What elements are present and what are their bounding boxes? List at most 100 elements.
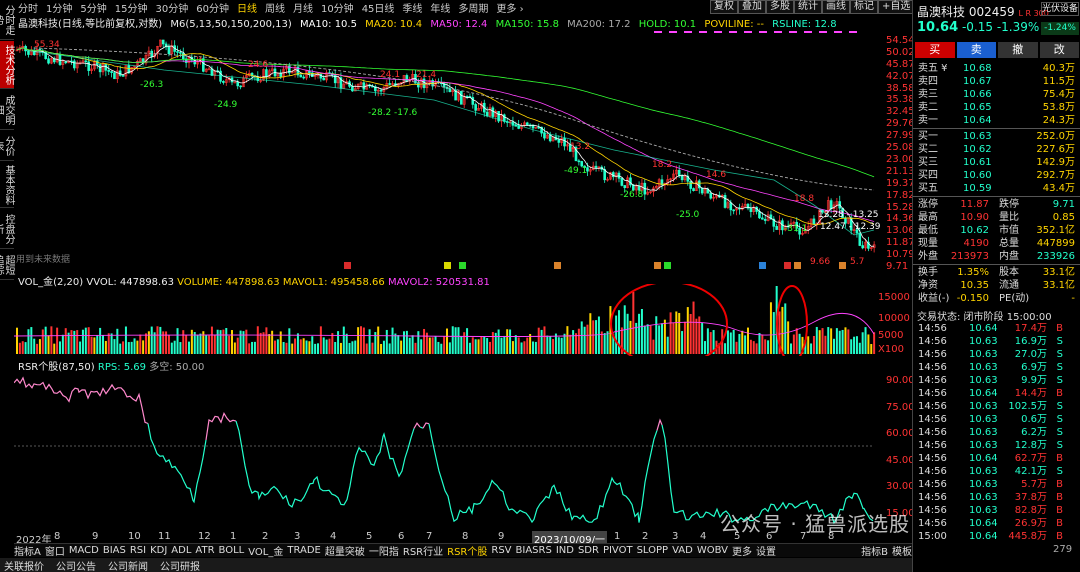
period-tab-13[interactable]: 多周期 [458, 0, 488, 15]
indicator-tab-19[interactable]: PIVOT [603, 545, 633, 556]
tool-button-2[interactable]: 多股 [766, 0, 794, 14]
indicator-tab-5[interactable]: KDJ [150, 545, 167, 556]
period-tab-5[interactable]: 60分钟 [196, 0, 229, 15]
side-tab-4[interactable]: 基本资料 [0, 162, 14, 208]
volume-bar [116, 328, 119, 354]
stat-key: 收益(-) [918, 293, 950, 304]
price-chart[interactable] [14, 30, 884, 270]
sector-tag[interactable]: 光伏设备 [1041, 2, 1079, 16]
volume-bar [76, 330, 79, 354]
volume-bar [509, 329, 512, 354]
indicator-tab-20[interactable]: SLOPP [637, 545, 669, 556]
period-tab-1[interactable]: 1分钟 [46, 0, 72, 15]
indicator-tab-22[interactable]: WOBV [697, 545, 728, 556]
period-tab-7[interactable]: 周线 [265, 0, 285, 15]
tool-button-0[interactable]: 复权 [710, 0, 738, 14]
candle-body [775, 226, 778, 230]
indicator-tab-17[interactable]: IND [556, 545, 574, 556]
volume-bar [534, 341, 537, 354]
trade-button-0[interactable]: 买 [915, 42, 955, 58]
indicator-tab-4[interactable]: RSI [130, 545, 146, 556]
tick-price: 10.63 [969, 466, 998, 477]
period-tab-10[interactable]: 45日线 [362, 0, 395, 15]
template-tab-1[interactable]: 模板 [892, 543, 912, 558]
side-tab-5[interactable]: 控盘分析 [0, 209, 14, 249]
trade-button-3[interactable]: 改 [1039, 42, 1079, 58]
volume-bar [30, 327, 33, 354]
indicator-tab-6[interactable]: ADL [171, 545, 191, 556]
volume-bar [276, 339, 279, 354]
tick-row: 14:56 10.63 82.8万 B [913, 504, 1080, 517]
period-tab-12[interactable]: 年线 [430, 0, 450, 15]
volume-bar [334, 341, 337, 354]
status-link-2[interactable]: 公司新闻 [108, 558, 148, 572]
tool-button-1[interactable]: 叠加 [738, 0, 766, 14]
trade-button-1[interactable]: 卖 [956, 42, 996, 58]
signal-dash [759, 31, 767, 33]
period-tab-3[interactable]: 15分钟 [115, 0, 148, 15]
period-tab-0[interactable]: 分时 [18, 0, 38, 15]
period-tab-11[interactable]: 季线 [402, 0, 422, 15]
side-tab-0[interactable]: 分时走势 [0, 0, 14, 40]
candle-body [236, 81, 240, 87]
volume-bar [543, 326, 546, 354]
status-link-0[interactable]: 关联报价 [4, 558, 44, 572]
period-tab-6[interactable]: 日线 [237, 0, 257, 15]
tool-button-5[interactable]: 标记 [850, 0, 878, 14]
indicator-tab-24[interactable]: 设置 [756, 543, 776, 558]
row-label: 卖四 [918, 76, 938, 87]
indicator-tab-13[interactable]: RSR行业 [403, 543, 443, 558]
volume-bar [159, 326, 162, 354]
volume-bar [810, 343, 813, 354]
indicator-tab-16[interactable]: BIASRS [516, 545, 552, 556]
status-link-3[interactable]: 公司研报 [160, 558, 200, 572]
indicator-tab-15[interactable]: RSV [491, 545, 511, 556]
price-annotation: 5.7 [850, 257, 865, 267]
volume-bar [603, 333, 606, 354]
volume-chart[interactable] [14, 284, 884, 356]
trade-button-2[interactable]: 撤 [998, 42, 1038, 58]
indicator-tab-14[interactable]: RSR个股 [447, 543, 487, 558]
indicator-tab-23[interactable]: 更多 [732, 543, 752, 558]
indicator-tab-8[interactable]: BOLL [219, 545, 245, 556]
indicator-tab-11[interactable]: 超量突破 [325, 543, 365, 558]
indicator-tab-2[interactable]: MACD [69, 545, 99, 556]
candle-body [179, 52, 182, 54]
period-tab-14[interactable]: 更多 › [496, 0, 523, 15]
template-tab-0[interactable]: 指标B [861, 543, 888, 558]
volume-bar [704, 341, 706, 354]
side-tab-6[interactable]: 超短追踪 [0, 250, 14, 280]
side-tab-3[interactable]: 分价表 [0, 131, 14, 161]
period-tab-4[interactable]: 30分钟 [155, 0, 188, 15]
tool-button-3[interactable]: 统计 [794, 0, 822, 14]
volume-bar [268, 334, 271, 354]
indicator-tab-10[interactable]: TRADE [287, 545, 321, 556]
indicator-tab-18[interactable]: SDR [578, 545, 599, 556]
date-tick: 6 [398, 531, 405, 542]
indicator-tab-1[interactable]: 窗口 [45, 543, 65, 558]
indicator-tab-0[interactable]: 指标A [14, 543, 41, 558]
period-tab-2[interactable]: 5分钟 [80, 0, 106, 15]
tick-row: 15:00 10.64 445.8万 B [913, 530, 1080, 543]
period-tab-8[interactable]: 月线 [293, 0, 313, 15]
price-legend: 晶澳科技(日线,等比前复权,对数) M6(5,13,50,150,200,13)… [18, 15, 842, 30]
indicator-tab-7[interactable]: ATR [195, 545, 214, 556]
row-price: 10.64 [963, 115, 992, 126]
volume-bar [156, 326, 159, 354]
volume-bar [380, 343, 383, 354]
volume-bar [305, 340, 308, 354]
side-tab-1[interactable]: 技术分析 [0, 41, 14, 89]
tool-button-6[interactable]: +自选 [878, 0, 915, 14]
indicator-tab-3[interactable]: BIAS [103, 545, 126, 556]
indicator-tab-9[interactable]: VOL_金 [248, 543, 283, 558]
tool-button-4[interactable]: 画线 [822, 0, 850, 14]
side-tab-2[interactable]: 成交明细 [0, 90, 14, 130]
period-tab-9[interactable]: 10分钟 [321, 0, 354, 15]
volume-bar [259, 332, 262, 354]
indicator-tab-12[interactable]: 一阳指 [369, 543, 399, 558]
status-link-1[interactable]: 公司公告 [56, 558, 96, 572]
rsr-chart[interactable] [14, 368, 884, 530]
volume-bar [497, 329, 500, 354]
volume-bar [835, 328, 838, 354]
indicator-tab-21[interactable]: VAD [672, 545, 693, 556]
